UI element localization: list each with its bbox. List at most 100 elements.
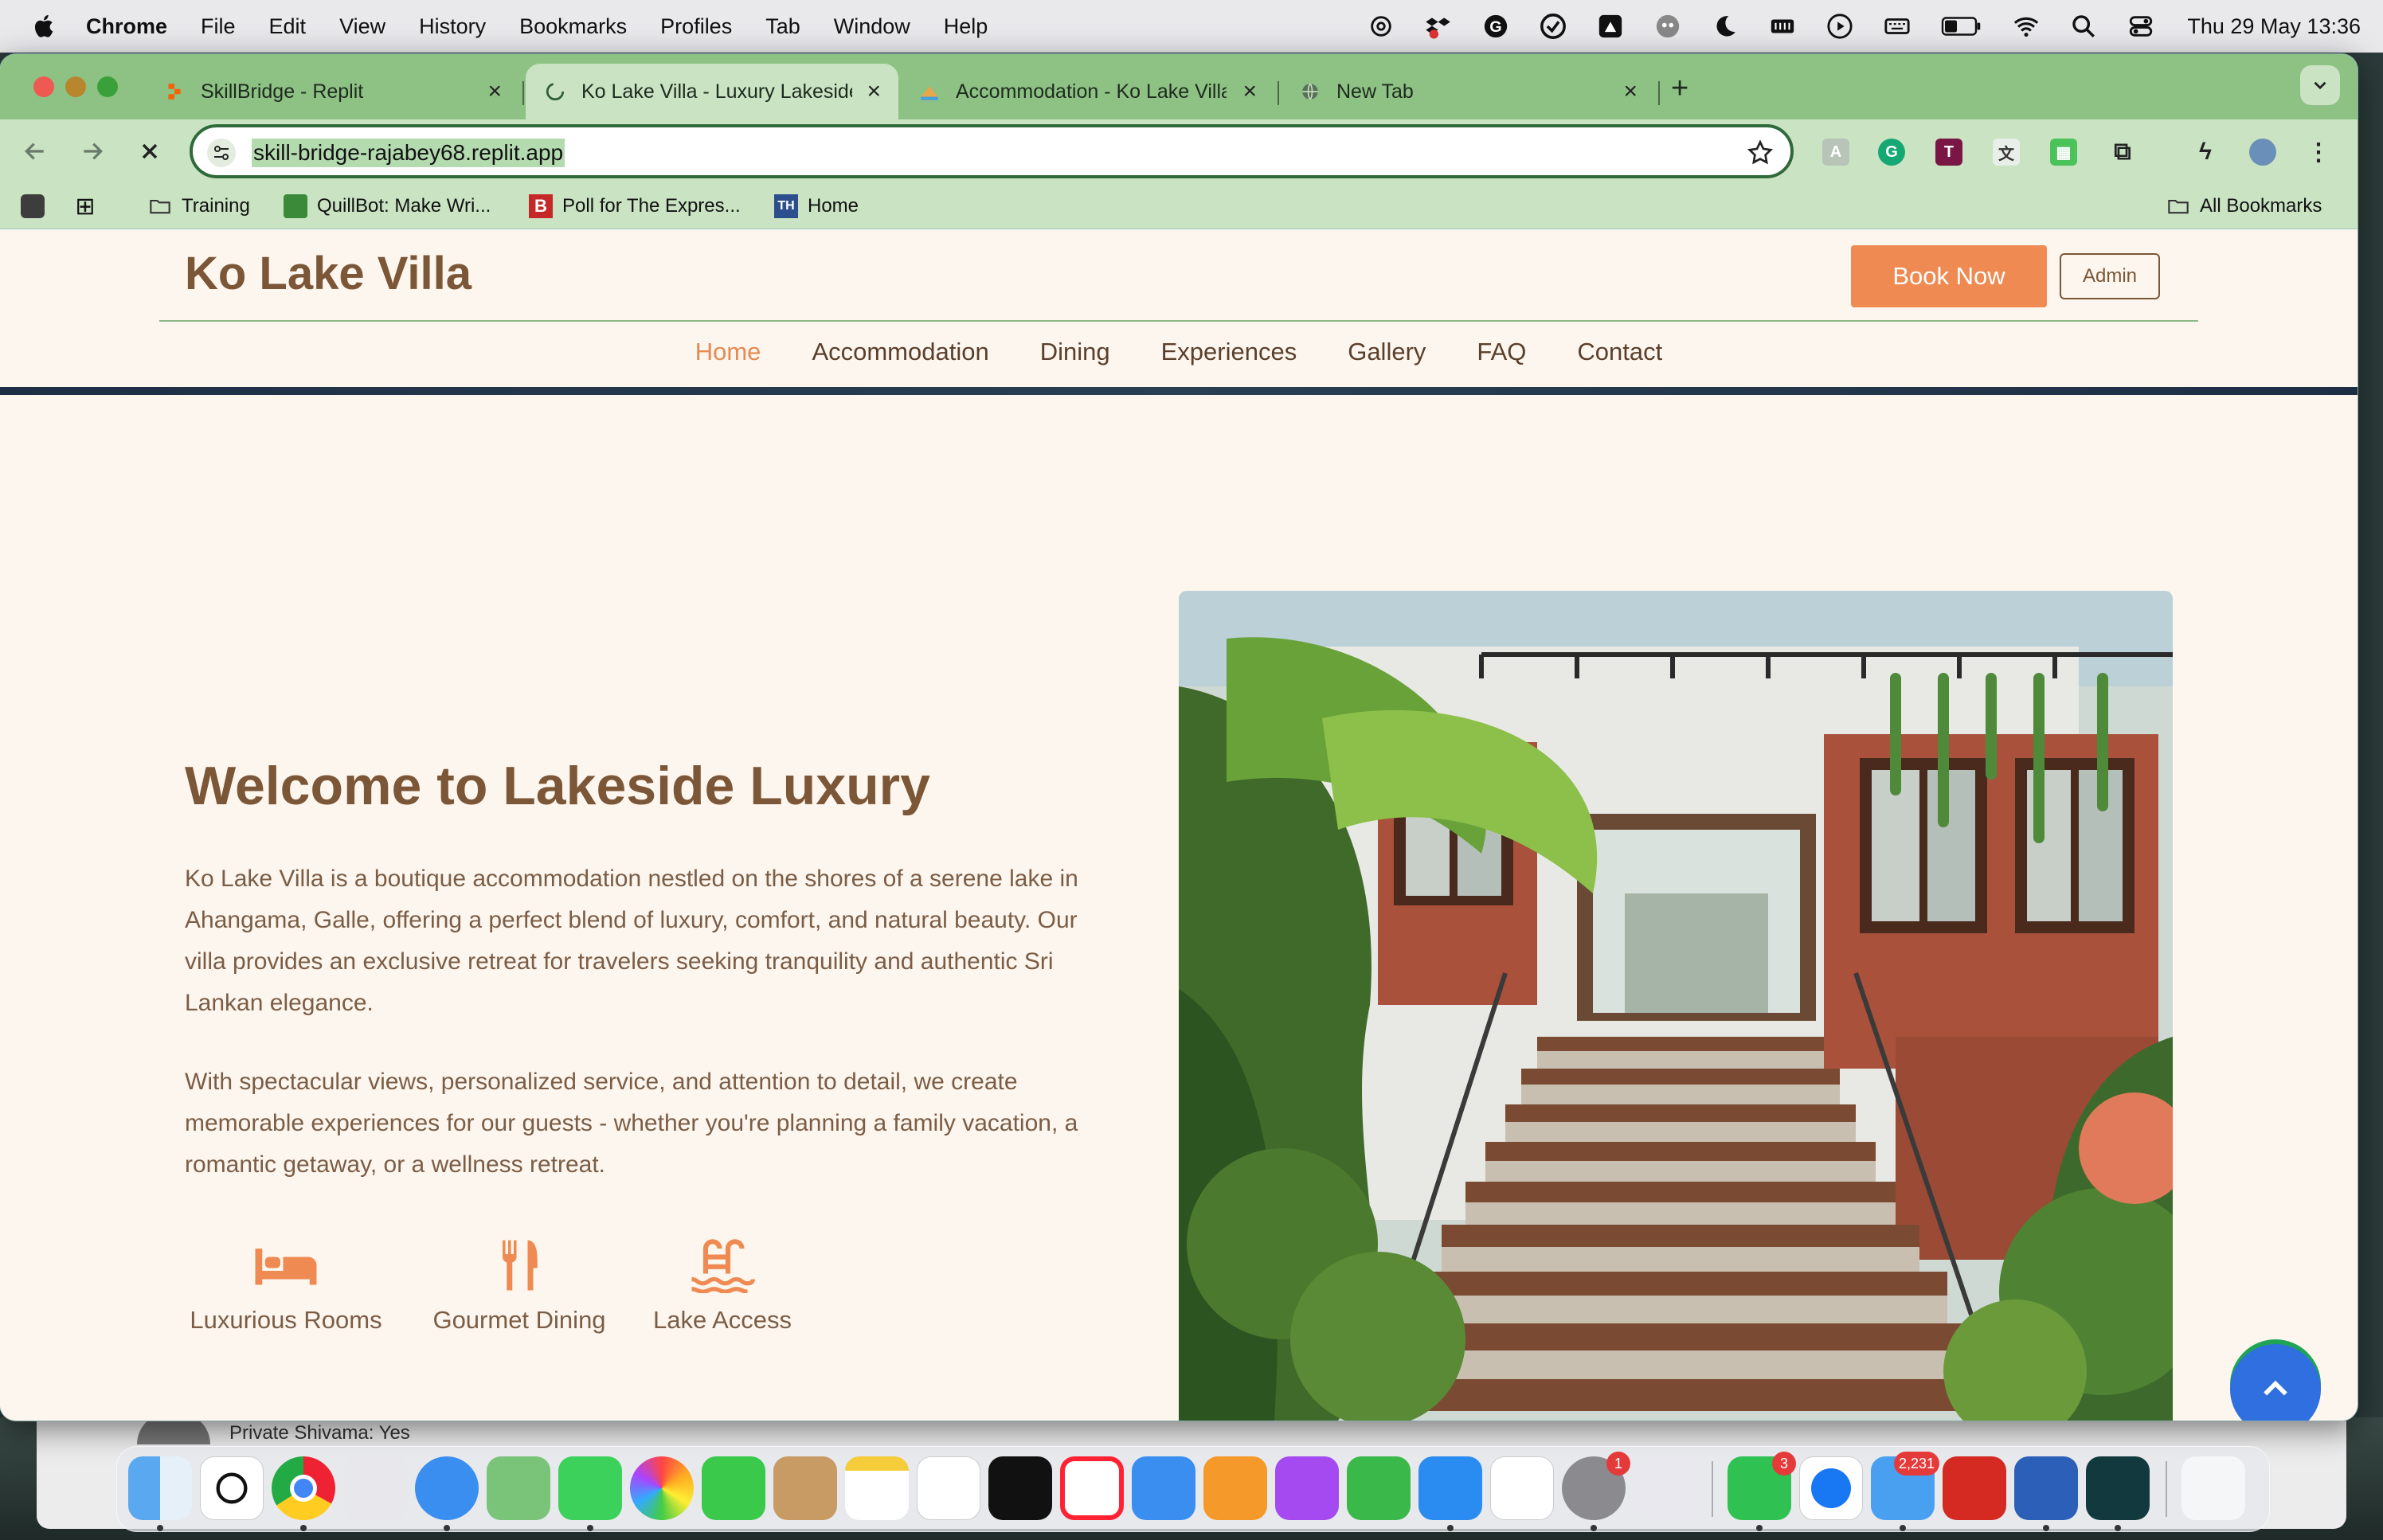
profile-avatar[interactable] <box>2249 139 2276 166</box>
nav-contact[interactable]: Contact <box>1577 338 1662 366</box>
memory-icon[interactable] <box>1768 12 1797 41</box>
dock-contacts[interactable] <box>773 1456 837 1520</box>
bookmark-poll[interactable]: B Poll for The Expres... <box>529 194 741 218</box>
dock-pages[interactable] <box>1203 1456 1267 1520</box>
dock-chrome[interactable] <box>272 1456 335 1531</box>
dock-word[interactable] <box>2014 1456 2078 1531</box>
extension-quillbot-icon[interactable]: A <box>1822 139 1849 166</box>
nav-gallery[interactable]: Gallery <box>1348 338 1426 366</box>
scroll-to-top-button[interactable] <box>2230 1344 2321 1421</box>
dock-notes[interactable] <box>845 1456 909 1520</box>
dock-acrobat[interactable] <box>1943 1456 2006 1520</box>
extension-bolt-icon[interactable]: ϟ <box>2192 139 2219 166</box>
dock-iphone-mirroring[interactable] <box>1634 1456 1697 1520</box>
menu-bookmarks[interactable]: Bookmarks <box>519 14 627 39</box>
new-tab-button[interactable]: + <box>1671 73 1688 104</box>
dock-perplexity[interactable] <box>2086 1456 2150 1531</box>
address-bar[interactable]: skill-bridge-rajabey68.replit.app <box>190 124 1794 178</box>
apps-grid-icon[interactable]: ⊞ <box>73 193 107 220</box>
dock-system-settings[interactable]: 1 <box>1562 1452 1630 1531</box>
dock-reminders[interactable] <box>917 1456 980 1520</box>
dock-numbers[interactable] <box>1347 1456 1411 1520</box>
wifi-icon[interactable] <box>2012 12 2041 41</box>
moon-icon[interactable] <box>1711 12 1739 41</box>
apple-icon[interactable] <box>30 12 59 41</box>
dock-messages[interactable] <box>558 1456 622 1531</box>
dock-apple-tv[interactable] <box>988 1456 1052 1520</box>
zoom-window-button[interactable] <box>97 76 118 97</box>
dropbox-icon[interactable] <box>1424 12 1453 41</box>
drive-icon[interactable] <box>1596 12 1625 41</box>
dock-messenger[interactable] <box>1799 1456 1863 1520</box>
dock-finder[interactable] <box>128 1456 192 1531</box>
close-window-button[interactable] <box>33 76 54 97</box>
admin-button[interactable]: Admin <box>2060 253 2160 299</box>
menu-app-name[interactable]: Chrome <box>86 14 167 39</box>
menu-help[interactable]: Help <box>944 14 988 39</box>
dock-trash[interactable] <box>2181 1456 2245 1520</box>
url-text[interactable]: skill-bridge-rajabey68.replit.app <box>252 139 565 167</box>
menu-window[interactable]: Window <box>834 14 910 39</box>
extension-t-icon[interactable]: T <box>1935 139 1962 166</box>
extension-translate-icon[interactable]: 文 <box>1993 139 2020 166</box>
stop-loading-button[interactable] <box>134 135 166 167</box>
menu-edit[interactable]: Edit <box>269 14 307 39</box>
browser-menu-icon[interactable]: ⋮ <box>2305 139 2332 166</box>
sidebar-toggle-icon[interactable] <box>21 194 54 218</box>
menu-tab[interactable]: Tab <box>765 14 800 39</box>
extensions-puzzle-icon[interactable]: ⧉ <box>2109 139 2136 166</box>
site-logo[interactable]: Ko Lake Villa <box>185 247 472 300</box>
menu-view[interactable]: View <box>339 14 385 39</box>
dock-photos[interactable] <box>630 1456 694 1520</box>
tab-search-button[interactable] <box>2300 65 2340 105</box>
play-circle-icon[interactable] <box>1825 12 1854 41</box>
dock-whatsapp[interactable]: 3 <box>1728 1452 1796 1531</box>
keyboard-icon[interactable] <box>1883 12 1911 41</box>
extension-grammarly-icon[interactable]: G <box>1878 139 1905 166</box>
tab-ko-lake-villa[interactable]: Ko Lake Villa - Luxury Lakeside × <box>526 64 898 119</box>
dock-chatgpt[interactable] <box>200 1456 264 1520</box>
extension-green-icon[interactable]: ▦ <box>2050 139 2077 166</box>
back-button[interactable] <box>19 135 51 167</box>
site-info-icon[interactable] <box>207 139 236 167</box>
control-center-icon[interactable] <box>2127 12 2155 41</box>
dock-mail[interactable]: 2,231 <box>1871 1452 1939 1531</box>
dock-maps[interactable] <box>487 1456 550 1520</box>
nav-accommodation[interactable]: Accommodation <box>812 338 988 366</box>
menubar-clock[interactable]: Thu 29 May 13:36 <box>2187 14 2361 39</box>
menu-profiles[interactable]: Profiles <box>660 14 732 39</box>
bookmark-quillbot[interactable]: QuillBot: Make Wri... <box>284 194 491 218</box>
nav-dining[interactable]: Dining <box>1040 338 1110 366</box>
dock-app-store[interactable] <box>1418 1456 1482 1531</box>
openai-icon[interactable] <box>1367 12 1395 41</box>
close-tab-icon[interactable]: × <box>1242 80 1257 104</box>
menu-file[interactable]: File <box>201 14 236 39</box>
dock-keynote[interactable] <box>1132 1456 1195 1520</box>
forward-button[interactable] <box>76 135 108 167</box>
nav-faq[interactable]: FAQ <box>1477 338 1526 366</box>
close-tab-icon[interactable]: × <box>867 80 881 104</box>
tab-accommodation[interactable]: Accommodation - Ko Lake Villa × <box>900 64 1274 119</box>
tab-skillbridge[interactable]: SkillBridge - Replit × <box>145 64 519 119</box>
grammarly-icon[interactable]: G <box>1481 12 1510 41</box>
all-bookmarks[interactable]: All Bookmarks <box>2166 194 2322 218</box>
dock-facetime[interactable] <box>702 1456 765 1520</box>
dock-news[interactable] <box>1060 1456 1124 1520</box>
tab-new-tab[interactable]: New Tab × <box>1281 64 1655 119</box>
battery-icon[interactable] <box>1940 12 1983 41</box>
copilot-icon[interactable] <box>1653 12 1682 41</box>
nav-home[interactable]: Home <box>695 338 761 366</box>
book-now-button[interactable]: Book Now <box>1851 245 2047 307</box>
spotlight-search-icon[interactable] <box>2069 12 2098 41</box>
close-tab-icon[interactable]: × <box>1623 80 1638 104</box>
bookmark-training[interactable]: Training <box>148 194 250 218</box>
dock-freeform[interactable] <box>1490 1456 1554 1520</box>
close-tab-icon[interactable]: × <box>487 80 502 104</box>
dock-podcasts[interactable] <box>1275 1456 1339 1520</box>
bookmark-star-icon[interactable] <box>1746 139 1775 167</box>
bookmark-home[interactable]: TH Home <box>774 194 859 218</box>
minimize-window-button[interactable] <box>65 76 86 97</box>
dock-safari[interactable] <box>415 1456 479 1531</box>
dock-launchpad[interactable] <box>343 1456 407 1520</box>
checkmark-icon[interactable] <box>1539 12 1567 41</box>
